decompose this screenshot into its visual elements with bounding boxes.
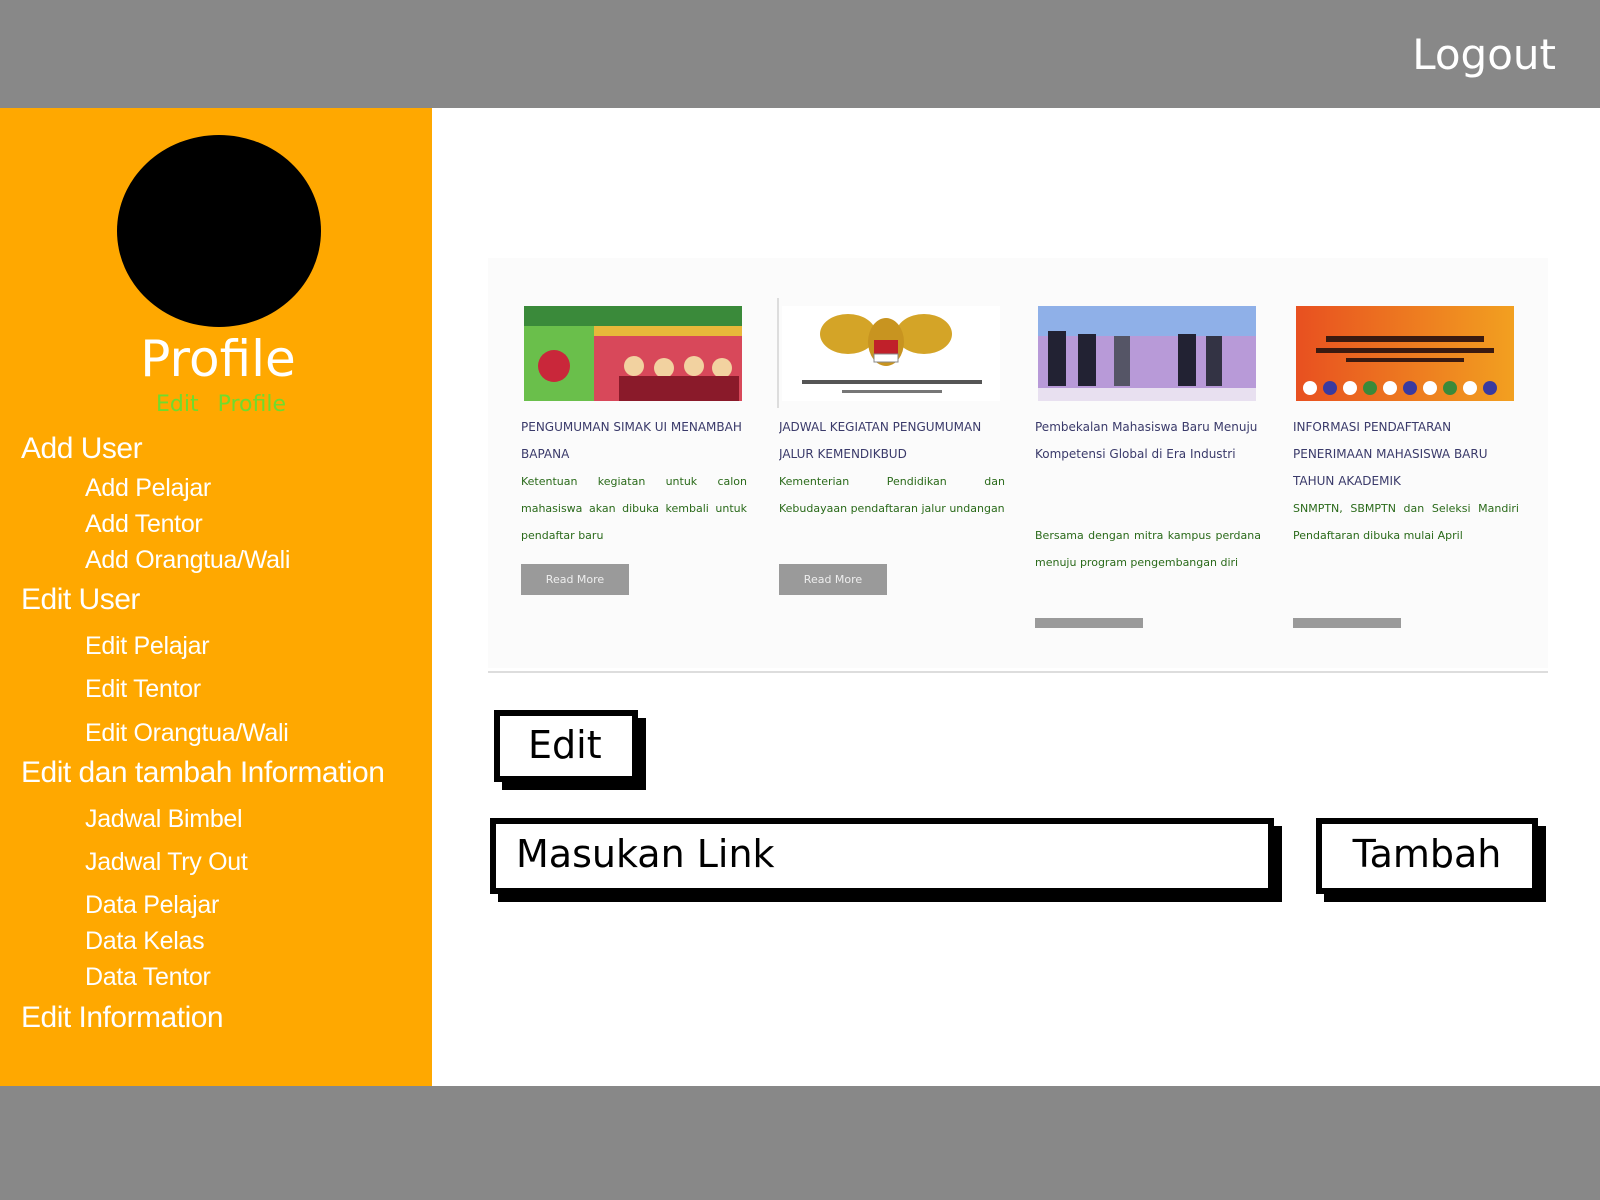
menu-edit-tambah-information[interactable]: Edit dan tambah Information <box>21 756 385 790</box>
news-thumbnail[interactable] <box>1296 306 1514 401</box>
menu-data-tentor[interactable]: Data Tentor <box>85 963 211 992</box>
menu-add-tentor[interactable]: Add Tentor <box>85 510 203 539</box>
logout-link[interactable]: Logout <box>1412 30 1556 79</box>
news-excerpt: Kementerian Pendidikan dan Kebudayaan pe… <box>779 475 1005 515</box>
news-excerpt: Bersama dengan mitra kampus perdana menu… <box>1035 529 1261 569</box>
menu-edit-user[interactable]: Edit User <box>21 583 140 617</box>
menu-edit-orangtua-wali[interactable]: Edit Orangtua/Wali <box>85 719 289 748</box>
menu-data-kelas[interactable]: Data Kelas <box>85 927 205 956</box>
menu-edit-tentor[interactable]: Edit Tentor <box>85 675 201 704</box>
news-title: PENGUMUMAN SIMAK UI MENAMBAH BAPANA <box>521 420 742 461</box>
top-bar: Logout <box>0 0 1600 108</box>
menu-add-orangtua-wali[interactable]: Add Orangtua/Wali <box>85 546 291 575</box>
menu-jadwal-try-out[interactable]: Jadwal Try Out <box>85 848 248 877</box>
news-thumbnail[interactable] <box>524 306 742 401</box>
news-title: JADWAL KEGIATAN PENGUMUMAN JALUR KEMENDI… <box>779 420 982 461</box>
menu-edit-information[interactable]: Edit Information <box>21 1001 224 1035</box>
card-divider <box>777 298 779 408</box>
edit-profile-link[interactable]: Edit Profile <box>0 392 442 417</box>
news-thumbnail[interactable] <box>1038 306 1256 401</box>
read-more-button[interactable]: Read More <box>779 564 887 595</box>
profile-title: Profile <box>140 330 296 388</box>
read-more-button[interactable] <box>1035 618 1143 628</box>
avatar <box>117 135 321 327</box>
menu-data-pelajar[interactable]: Data Pelajar <box>85 891 219 920</box>
divider <box>488 671 1548 673</box>
sidebar: Profile Edit Profile Add User Add Pelaja… <box>0 108 432 1086</box>
news-title: Pembekalan Mahasiswa Baru Menuju Kompete… <box>1035 420 1258 461</box>
menu-add-pelajar[interactable]: Add Pelajar <box>85 474 211 503</box>
menu-edit-pelajar[interactable]: Edit Pelajar <box>85 632 210 661</box>
read-more-button[interactable] <box>1293 618 1401 628</box>
bottom-bar <box>0 1086 1600 1200</box>
menu-jadwal-bimbel[interactable]: Jadwal Bimbel <box>85 805 243 834</box>
news-thumbnail[interactable] <box>782 306 1000 401</box>
tambah-button[interactable]: Tambah <box>1316 818 1538 894</box>
menu-add-user[interactable]: Add User <box>21 432 143 466</box>
news-title: INFORMASI PENDAFTARAN PENERIMAAN MAHASIS… <box>1293 420 1488 488</box>
news-panel: PENGUMUMAN SIMAK UI MENAMBAH BAPANA Kete… <box>488 258 1548 668</box>
news-excerpt: Ketentuan kegiatan untuk calon mahasiswa… <box>521 475 747 542</box>
edit-button[interactable]: Edit <box>494 710 638 782</box>
link-input[interactable]: Masukan Link <box>490 818 1274 894</box>
read-more-button[interactable]: Read More <box>521 564 629 595</box>
news-excerpt: SNMPTN, SBMPTN dan Seleksi Mandiri Penda… <box>1293 502 1519 542</box>
